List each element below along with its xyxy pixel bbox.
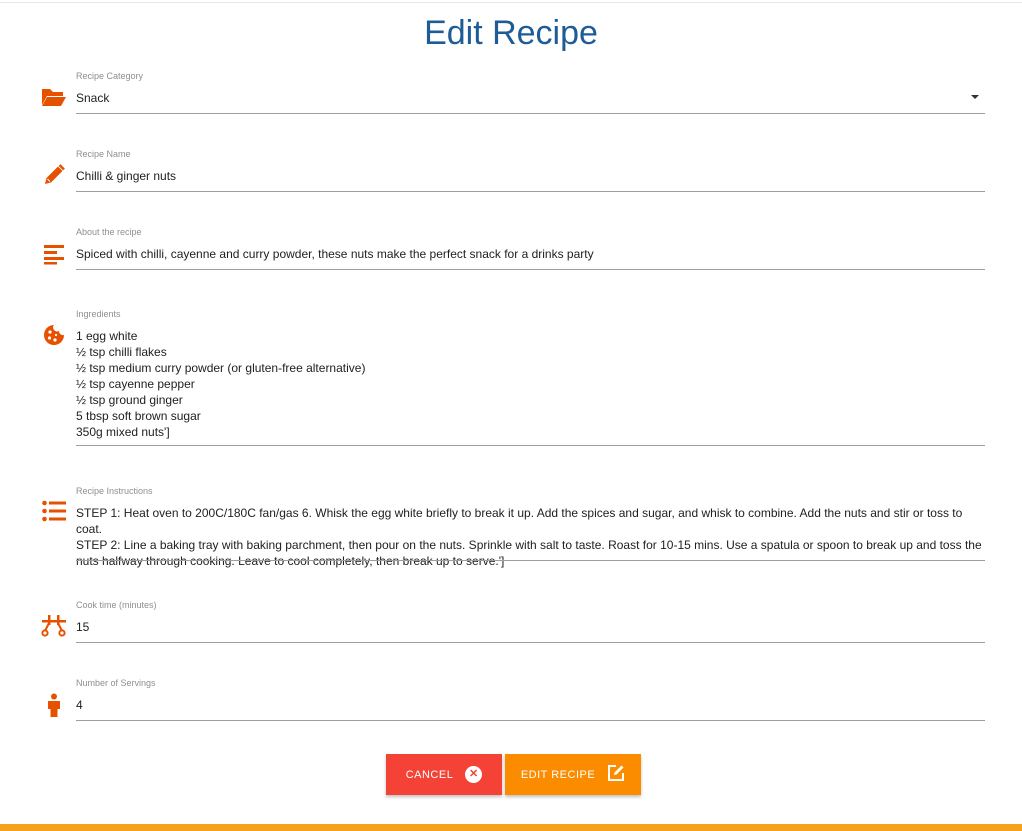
instruction-step: STEP 2: Line a baking tray with baking p… bbox=[76, 538, 982, 568]
page-title: Edit Recipe bbox=[424, 14, 598, 52]
servings-underline bbox=[76, 720, 985, 721]
ingredient-line: 5 tbsp soft brown sugar bbox=[76, 409, 201, 423]
folder-open-icon bbox=[40, 83, 67, 110]
cookie-icon bbox=[40, 321, 67, 348]
recipe-name-field[interactable]: Recipe Name Chilli & ginger nuts bbox=[40, 148, 985, 193]
recipe-category-field[interactable]: Recipe Category Snack bbox=[40, 70, 985, 115]
align-left-icon bbox=[40, 240, 67, 267]
edit-recipe-button-label: EDIT RECIPE bbox=[520, 768, 596, 781]
ingredient-line: 1 egg white bbox=[76, 329, 138, 343]
servings-label: Number of Servings bbox=[76, 678, 156, 688]
recipe-category-select[interactable]: Snack bbox=[76, 90, 985, 106]
chevron-down-icon[interactable] bbox=[971, 95, 979, 99]
servings-input[interactable]: 4 bbox=[76, 697, 985, 713]
ingredient-line: ½ tsp ground ginger bbox=[76, 393, 183, 407]
ingredients-label: Ingredients bbox=[76, 309, 121, 319]
timeline-icon bbox=[40, 612, 67, 639]
cancel-circle-icon: ✕ bbox=[465, 766, 483, 783]
ingredient-line: ½ tsp medium curry powder (or gluten-fre… bbox=[76, 361, 366, 375]
cook-time-input[interactable]: 15 bbox=[76, 619, 985, 635]
ingredients-underline bbox=[76, 445, 985, 446]
recipe-category-label: Recipe Category bbox=[76, 71, 144, 81]
ingredient-line: 350g mixed nuts'] bbox=[76, 425, 170, 439]
recipe-category-underline bbox=[76, 113, 985, 114]
about-recipe-input[interactable]: Spiced with chilli, cayenne and curry po… bbox=[76, 246, 985, 262]
instructions-field[interactable]: Recipe Instructions STEP 1: Heat oven to… bbox=[40, 485, 985, 568]
edit-square-icon bbox=[607, 764, 625, 785]
instructions-underline bbox=[76, 560, 985, 561]
instruction-step: STEP 1: Heat oven to 200C/180C fan/gas 6… bbox=[76, 506, 963, 536]
edit-recipe-button[interactable]: EDIT RECIPE bbox=[505, 754, 641, 795]
ingredients-textarea[interactable]: 1 egg white ½ tsp chilli flakes ½ tsp me… bbox=[76, 328, 985, 440]
cook-time-underline bbox=[76, 642, 985, 643]
list-icon bbox=[40, 497, 67, 524]
top-divider bbox=[0, 2, 1022, 3]
instructions-label: Recipe Instructions bbox=[76, 486, 153, 496]
about-recipe-field[interactable]: About the recipe Spiced with chilli, cay… bbox=[40, 226, 985, 271]
ingredient-line: ½ tsp cayenne pepper bbox=[76, 377, 195, 391]
cancel-button[interactable]: CANCEL ✕ bbox=[386, 754, 502, 795]
cancel-button-label: CANCEL bbox=[405, 768, 454, 781]
pencil-icon bbox=[40, 161, 67, 188]
about-recipe-underline bbox=[76, 269, 985, 270]
person-icon bbox=[40, 691, 67, 718]
footer-bar bbox=[0, 824, 1022, 831]
cook-time-field[interactable]: Cook time (minutes) 15 bbox=[40, 599, 985, 644]
recipe-name-underline bbox=[76, 191, 985, 192]
about-recipe-label: About the recipe bbox=[76, 227, 142, 237]
ingredients-field[interactable]: Ingredients 1 egg white ½ tsp chilli fla… bbox=[40, 308, 985, 448]
cook-time-label: Cook time (minutes) bbox=[76, 600, 157, 610]
recipe-name-input[interactable]: Chilli & ginger nuts bbox=[76, 168, 985, 184]
recipe-name-label: Recipe Name bbox=[76, 149, 131, 159]
ingredient-line: ½ tsp chilli flakes bbox=[76, 345, 167, 359]
servings-field[interactable]: Number of Servings 4 bbox=[40, 677, 985, 722]
